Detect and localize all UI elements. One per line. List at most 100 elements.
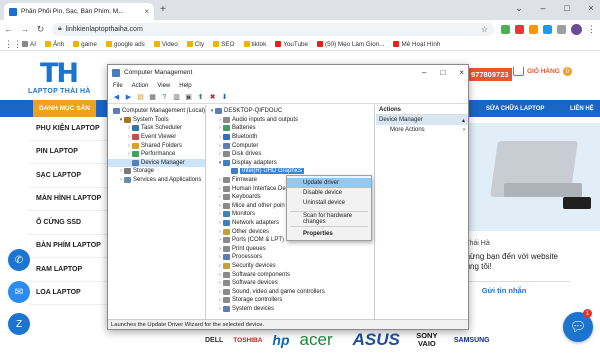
bookmark-item[interactable]: google ads bbox=[105, 41, 145, 48]
device-tree-node[interactable]: › Bluetooth bbox=[207, 133, 374, 142]
minimize-icon[interactable]: – bbox=[422, 68, 426, 77]
menu-view[interactable]: View bbox=[157, 83, 170, 89]
bookmark-item[interactable]: Mê Hoạt Hình bbox=[393, 41, 440, 48]
category-item[interactable]: BÀN PHÍM LAPTOP bbox=[28, 235, 110, 258]
console-tree-node[interactable]: › Performance bbox=[108, 150, 205, 159]
bookmark-item[interactable]: Video bbox=[153, 41, 178, 48]
menu-help[interactable]: Help bbox=[179, 83, 191, 89]
category-item[interactable]: PIN LAPTOP bbox=[28, 141, 110, 164]
scan-hardware-icon[interactable]: ▣ bbox=[184, 93, 193, 102]
device-tree-node[interactable]: › Print queues bbox=[207, 245, 374, 254]
chevron-down-icon[interactable]: ⌄ bbox=[514, 3, 524, 14]
brand-logo[interactable]: SONY VAIO bbox=[410, 332, 444, 348]
device-tree-node[interactable]: › Security devices bbox=[207, 262, 374, 271]
device-tree-node[interactable]: › Software components bbox=[207, 270, 374, 279]
cart-button[interactable]: GIỎ HÀNG 0 bbox=[513, 67, 572, 76]
console-tree-node[interactable]: › Shared Folders bbox=[108, 141, 205, 150]
forward-icon[interactable]: → bbox=[20, 24, 29, 34]
new-tab-icon[interactable]: + bbox=[160, 4, 166, 15]
apps-grid-icon[interactable]: ⋮⋮ bbox=[4, 39, 22, 50]
category-menu-button[interactable]: DANH MỤC SẢN bbox=[33, 100, 96, 117]
device-tree-node[interactable]: › Disk drives bbox=[207, 150, 374, 159]
phone-icon[interactable]: ✆ bbox=[8, 249, 30, 271]
address-bar[interactable]: 🔒︎ linhkienlaptopthaiha.com ☆ bbox=[52, 22, 494, 36]
bookmark-star-icon[interactable]: ☆ bbox=[481, 25, 488, 34]
properties-icon[interactable]: ▦ bbox=[148, 93, 157, 102]
up-folder-icon[interactable]: ▤ bbox=[136, 93, 145, 102]
more-actions-item[interactable]: More Actions › bbox=[376, 125, 468, 135]
hotline-number[interactable]: 977809723 bbox=[468, 68, 512, 81]
device-tree-node[interactable]: ▾ Display adapters bbox=[207, 159, 374, 168]
browser-menu-icon[interactable]: ⋮ bbox=[587, 24, 596, 35]
brand-logo[interactable]: ASUS bbox=[353, 330, 400, 350]
menu-file[interactable]: File bbox=[113, 83, 123, 89]
enable-device-icon[interactable]: ⬇ bbox=[220, 93, 229, 102]
console-tree-node[interactable]: › Storage bbox=[108, 167, 205, 176]
browser-tab[interactable]: Phân Phối Pin, Sạc, Bàn Phím, M... × bbox=[4, 3, 154, 20]
device-tree-node[interactable]: › Storage controllers bbox=[207, 296, 374, 305]
console-tree-node[interactable]: Device Manager bbox=[108, 158, 205, 168]
device-tree-node[interactable]: › Computer bbox=[207, 141, 374, 150]
bookmark-item[interactable]: Cty bbox=[186, 41, 204, 48]
maximize-icon[interactable]: □ bbox=[440, 68, 445, 77]
context-menu-item[interactable]: Scan for hardware changes bbox=[287, 213, 371, 225]
back-icon[interactable]: ← bbox=[4, 24, 13, 34]
category-item[interactable]: SẠC LAPTOP bbox=[28, 164, 110, 188]
bookmark-item[interactable]: YouTube bbox=[275, 41, 308, 48]
extension-icon[interactable] bbox=[515, 24, 524, 34]
category-item[interactable]: Ổ CỨNG SSD bbox=[28, 211, 110, 235]
extension-icon[interactable] bbox=[529, 24, 538, 34]
uninstall-icon[interactable]: ✖ bbox=[208, 93, 217, 102]
zalo-icon[interactable]: Z bbox=[8, 313, 30, 335]
bookmark-item[interactable]: (50) Mẹo Làm Giọn... bbox=[316, 41, 384, 48]
category-item[interactable]: MÀN HÌNH LAPTOP bbox=[28, 188, 110, 211]
brand-logo[interactable]: hp bbox=[272, 332, 289, 348]
brand-logo[interactable]: SAMSUNG bbox=[454, 337, 490, 344]
category-item[interactable]: RAM LAPTOP bbox=[28, 258, 110, 282]
device-tree-node[interactable]: › Processors bbox=[207, 253, 374, 262]
console-tree-node[interactable]: › Services and Applications bbox=[108, 176, 205, 185]
help-icon[interactable]: ? bbox=[160, 93, 169, 102]
lock-icon[interactable]: 🔒︎ bbox=[58, 25, 62, 33]
back-icon[interactable]: ◀ bbox=[112, 93, 121, 102]
category-item[interactable]: LOA LAPTOP bbox=[28, 282, 110, 305]
bookmark-item[interactable]: game bbox=[73, 41, 97, 48]
menu-action[interactable]: Action bbox=[132, 83, 149, 89]
console-tree-node[interactable]: ▾ System Tools bbox=[108, 116, 205, 125]
actions-section[interactable]: Device Manager ▴ bbox=[376, 115, 468, 125]
bookmark-item[interactable]: AI bbox=[22, 41, 36, 48]
close-tab-icon[interactable]: × bbox=[144, 7, 149, 16]
category-item[interactable]: PHỤ KIỆN LAPTOP bbox=[28, 117, 110, 141]
brand-logo[interactable]: TOSHIBA bbox=[233, 337, 262, 344]
update-driver-icon[interactable]: ⬆ bbox=[196, 93, 205, 102]
device-tree-node[interactable]: › Audio inputs and outputs bbox=[207, 116, 374, 125]
device-tree-node[interactable]: ▾ DESKTOP-QIFDOUC bbox=[207, 107, 374, 116]
console-tree-node[interactable]: › Event Viewer bbox=[108, 133, 205, 142]
device-tree-node[interactable]: › Sound, video and game controllers bbox=[207, 287, 374, 296]
brand-logo[interactable]: acer bbox=[300, 330, 333, 350]
context-menu-item[interactable]: Disable device bbox=[287, 188, 371, 198]
console-tree-node[interactable]: Computer Management (Local) bbox=[108, 107, 205, 116]
maximize-icon[interactable]: □ bbox=[562, 3, 572, 14]
close-icon[interactable]: × bbox=[586, 3, 596, 14]
puzzle-icon[interactable] bbox=[557, 24, 566, 34]
device-tree-node[interactable]: › System devices bbox=[207, 305, 374, 314]
show-hide-icon[interactable]: ▥ bbox=[172, 93, 181, 102]
extension-icon[interactable] bbox=[501, 24, 510, 34]
window-titlebar[interactable]: Computer Management – □ × bbox=[108, 65, 468, 80]
brand-logo[interactable]: DELL bbox=[205, 337, 223, 344]
forward-icon[interactable]: ▶ bbox=[124, 93, 133, 102]
bookmark-item[interactable]: Ảnh bbox=[44, 41, 64, 48]
bookmark-item[interactable]: SEO bbox=[213, 41, 235, 48]
url-text[interactable]: linhkienlaptopthaiha.com bbox=[66, 26, 477, 33]
context-menu-item[interactable]: Properties bbox=[287, 229, 371, 239]
site-logo[interactable]: TH LAPTOP THÁI HÀ bbox=[28, 58, 104, 98]
extension-icon[interactable] bbox=[543, 24, 552, 34]
messenger-icon[interactable]: ✉ bbox=[8, 281, 30, 303]
promo-banner[interactable] bbox=[468, 123, 600, 231]
nav-repair-link[interactable]: SỬA CHỮA LAPTOP bbox=[486, 100, 544, 117]
reload-icon[interactable]: ↻ bbox=[36, 24, 45, 35]
context-menu-item[interactable]: Uninstall device bbox=[287, 198, 371, 208]
bookmark-item[interactable]: tiktok bbox=[243, 41, 266, 48]
device-tree-node[interactable]: › Batteries bbox=[207, 124, 374, 133]
